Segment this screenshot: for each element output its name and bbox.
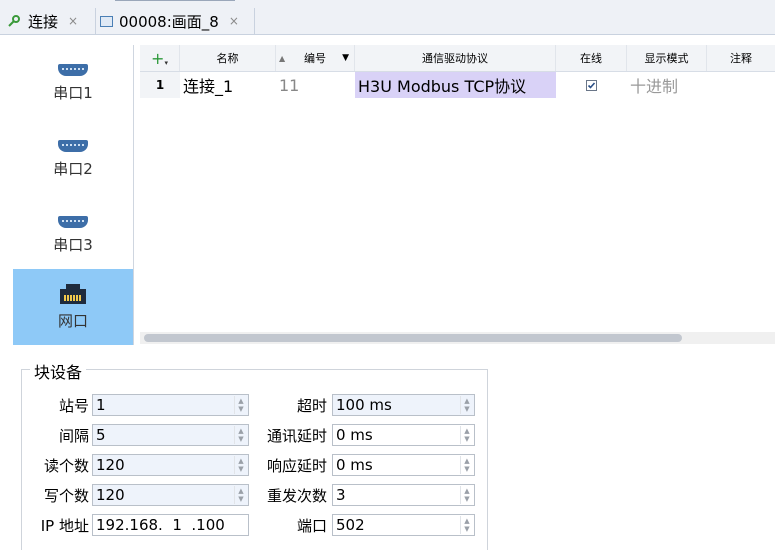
table-header: + ▾ 名称 ▲ 编号 ▼ 通信驱动协议 在线 显示模式 注释 xyxy=(140,45,775,72)
port-field[interactable]: 502 ▲ ▼ xyxy=(332,514,475,536)
sidebar-item-ethernet[interactable]: 网口 xyxy=(13,269,133,345)
station-field[interactable]: 1 ▲ ▼ xyxy=(92,394,249,416)
spinner-arrows-icon[interactable]: ▲ ▼ xyxy=(460,426,473,444)
response-delay-label: 响应延时 xyxy=(266,456,327,475)
tab-label: 连接 xyxy=(28,12,59,31)
scrollbar-thumb[interactable] xyxy=(144,334,682,342)
spinner-arrows-icon[interactable]: ▲ ▼ xyxy=(460,456,473,474)
cell-note[interactable] xyxy=(707,72,775,98)
serial-port-icon xyxy=(58,63,88,76)
spinner-arrows-icon[interactable]: ▲ ▼ xyxy=(234,486,247,504)
ip-address-field[interactable]: 192.168. 1 .100 xyxy=(92,514,249,536)
connection-table: + ▾ 名称 ▲ 编号 ▼ 通信驱动协议 在线 显示模式 注释 1 连接_1 1… xyxy=(140,45,775,345)
read-count-field[interactable]: 120 ▲ ▼ xyxy=(92,454,249,476)
filter-dropdown-icon[interactable]: ▼ xyxy=(342,53,349,63)
tab-label: 00008:画面_8 xyxy=(119,12,219,31)
row-index: 1 xyxy=(140,72,180,98)
port-label: 端口 xyxy=(296,516,327,535)
sidebar-item-label: 串口3 xyxy=(53,235,93,254)
interval-label: 间隔 xyxy=(58,426,89,445)
spinner-arrows-icon[interactable]: ▲ ▼ xyxy=(234,426,247,444)
write-count-field[interactable]: 120 ▲ ▼ xyxy=(92,484,249,506)
column-header-name[interactable]: 名称 xyxy=(180,45,276,71)
interval-field[interactable]: 5 ▲ ▼ xyxy=(92,424,249,446)
ethernet-port-icon xyxy=(60,283,86,304)
comm-delay-label: 通讯延时 xyxy=(266,426,327,445)
column-header-number[interactable]: ▲ 编号 ▼ xyxy=(276,45,355,71)
add-row-button[interactable]: + ▾ xyxy=(140,45,180,71)
cell-online[interactable] xyxy=(556,72,627,98)
table-row[interactable]: 1 连接_1 11 H3U Modbus TCP协议 十进制 xyxy=(140,72,775,98)
online-checkbox[interactable] xyxy=(586,79,597,91)
sidebar-item-serial1[interactable]: 串口1 xyxy=(13,45,133,121)
retry-count-label: 重发次数 xyxy=(266,486,327,505)
tab-screen-8[interactable]: 00008:画面_8 × xyxy=(95,8,255,34)
group-title: 块设备 xyxy=(30,359,87,383)
cell-number[interactable]: 11 xyxy=(276,72,355,98)
read-count-label: 读个数 xyxy=(43,456,89,475)
spinner-arrows-icon[interactable]: ▲ ▼ xyxy=(460,396,473,414)
spinner-arrows-icon[interactable]: ▲ ▼ xyxy=(460,486,473,504)
column-header-note[interactable]: 注释 xyxy=(707,45,775,71)
screen-icon xyxy=(100,15,113,27)
cell-name[interactable]: 连接_1 xyxy=(180,72,276,98)
close-icon[interactable]: × xyxy=(68,14,78,28)
write-count-label: 写个数 xyxy=(43,486,89,505)
tab-connection[interactable]: 连接 × xyxy=(6,8,78,34)
cell-display-mode[interactable]: 十进制 xyxy=(627,72,707,98)
chevron-down-icon: ▾ xyxy=(164,59,168,67)
close-icon[interactable]: × xyxy=(229,14,239,28)
sidebar-item-label: 串口2 xyxy=(53,159,93,178)
spinner-arrows-icon[interactable]: ▲ ▼ xyxy=(234,396,247,414)
cell-protocol[interactable]: H3U Modbus TCP协议 xyxy=(355,72,556,98)
station-label: 站号 xyxy=(58,396,89,415)
spinner-arrows-icon[interactable]: ▲ ▼ xyxy=(234,456,247,474)
port-sidebar: 串口1 串口2 串口3 网口 xyxy=(13,45,134,345)
sidebar-item-serial2[interactable]: 串口2 xyxy=(13,121,133,197)
serial-port-icon xyxy=(58,139,88,152)
horizontal-scrollbar[interactable] xyxy=(140,332,775,344)
timeout-label: 超时 xyxy=(296,396,327,415)
comm-delay-field[interactable]: 0 ms ▲ ▼ xyxy=(332,424,475,446)
connection-icon xyxy=(8,15,20,27)
column-header-online[interactable]: 在线 xyxy=(556,45,627,71)
serial-port-icon xyxy=(58,215,88,228)
top-divider xyxy=(115,0,235,4)
sidebar-item-label: 串口1 xyxy=(53,83,93,102)
spinner-arrows-icon[interactable]: ▲ ▼ xyxy=(460,516,473,534)
sidebar-item-serial3[interactable]: 串口3 xyxy=(13,197,133,273)
add-icon: + xyxy=(151,48,165,68)
sort-up-icon: ▲ xyxy=(279,53,286,63)
ip-address-label: IP 地址 xyxy=(40,516,89,535)
column-header-display-mode[interactable]: 显示模式 xyxy=(627,45,707,71)
response-delay-field[interactable]: 0 ms ▲ ▼ xyxy=(332,454,475,476)
retry-count-field[interactable]: 3 ▲ ▼ xyxy=(332,484,475,506)
timeout-field[interactable]: 100 ms ▲ ▼ xyxy=(332,394,475,416)
sidebar-item-label: 网口 xyxy=(57,311,88,330)
column-header-protocol[interactable]: 通信驱动协议 xyxy=(355,45,556,71)
